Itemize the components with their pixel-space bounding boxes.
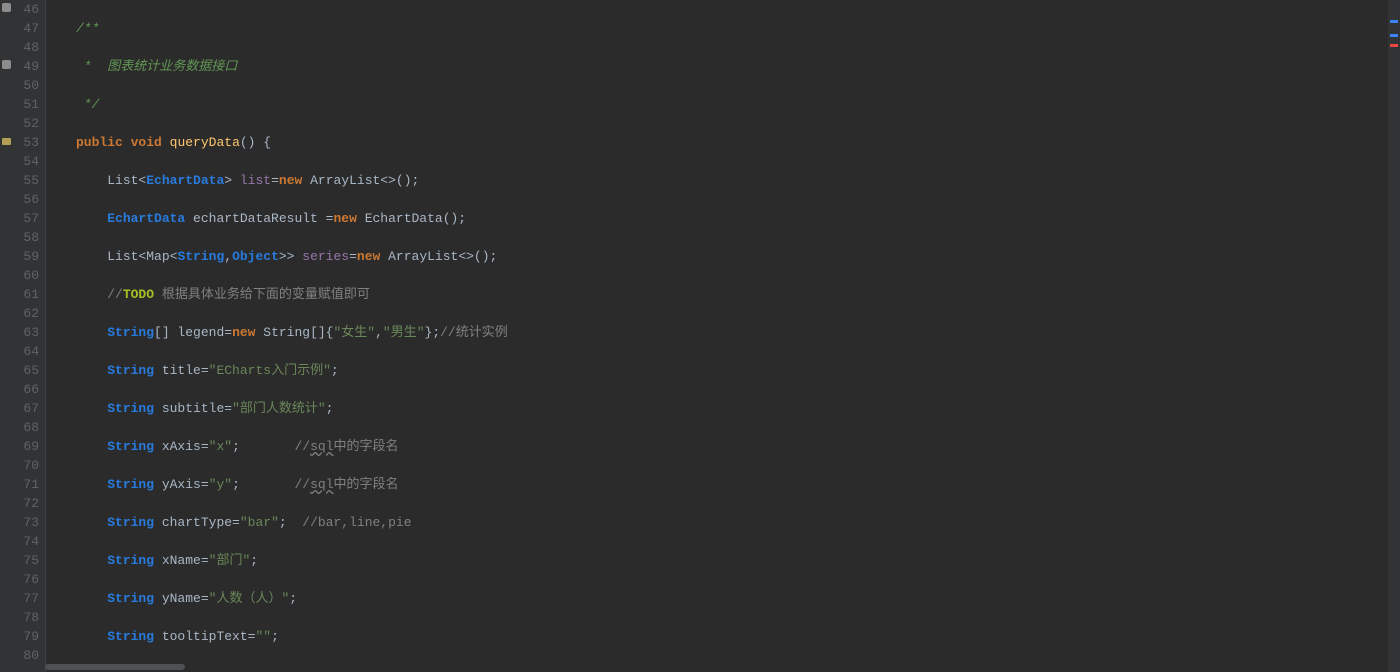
code-line[interactable]: * 图表统计业务数据接口	[76, 57, 1400, 76]
line-number: 63	[0, 323, 45, 342]
line-number: 79	[0, 627, 45, 646]
line-number: 65	[0, 361, 45, 380]
line-number: 59	[0, 247, 45, 266]
line-number: 56	[0, 190, 45, 209]
code-line[interactable]: String title="ECharts入门示例";	[76, 361, 1400, 380]
javadoc-body: * 图表统计业务数据接口	[76, 59, 237, 74]
scrollbar-thumb[interactable]	[45, 664, 185, 670]
line-number: 55	[0, 171, 45, 190]
line-number: 51	[0, 95, 45, 114]
line-number: 52	[0, 114, 45, 133]
line-gutter: 4647484950515253545556575859606162636465…	[0, 0, 46, 672]
line-number: 80	[0, 646, 45, 665]
line-number: 49	[0, 57, 45, 76]
line-number: 48	[0, 38, 45, 57]
line-number: 68	[0, 418, 45, 437]
line-number: 60	[0, 266, 45, 285]
line-number: 54	[0, 152, 45, 171]
line-number: 78	[0, 608, 45, 627]
line-number: 46	[0, 0, 45, 19]
line-number: 72	[0, 494, 45, 513]
code-editor[interactable]: 4647484950515253545556575859606162636465…	[0, 0, 1400, 672]
overview-mark-icon	[1390, 20, 1398, 23]
warning-icon[interactable]	[2, 138, 11, 145]
code-line[interactable]: //TODO 根据具体业务给下面的变量赋值即可	[76, 285, 1400, 304]
line-number: 66	[0, 380, 45, 399]
code-line[interactable]: String xAxis="x"; //sql中的字段名	[76, 437, 1400, 456]
line-number: 69	[0, 437, 45, 456]
code-line[interactable]: String[] legend=new String[]{"女生","男生"};…	[76, 323, 1400, 342]
line-number: 47	[0, 19, 45, 38]
line-number: 76	[0, 570, 45, 589]
overview-ruler[interactable]	[1388, 0, 1400, 672]
line-number: 64	[0, 342, 45, 361]
line-number: 77	[0, 589, 45, 608]
line-number: 70	[0, 456, 45, 475]
code-line[interactable]: List<EchartData> list=new ArrayList<>();	[76, 171, 1400, 190]
overview-mark-icon	[1390, 44, 1398, 47]
code-line[interactable]: String yAxis="y"; //sql中的字段名	[76, 475, 1400, 494]
fold-icon[interactable]	[2, 3, 11, 12]
code-area[interactable]: /** * 图表统计业务数据接口 */ public void queryDat…	[46, 0, 1400, 672]
javadoc-end: */	[76, 97, 99, 112]
code-line[interactable]: /**	[76, 19, 1400, 38]
code-line[interactable]: String xName="部门";	[76, 551, 1400, 570]
code-line[interactable]: EchartData echartDataResult =new EchartD…	[76, 209, 1400, 228]
line-number: 58	[0, 228, 45, 247]
line-number: 67	[0, 399, 45, 418]
horizontal-scrollbar[interactable]	[45, 662, 1398, 672]
line-number: 50	[0, 76, 45, 95]
overview-mark-icon	[1390, 34, 1398, 37]
line-number: 71	[0, 475, 45, 494]
code-line[interactable]: List<Map<String,Object>> series=new Arra…	[76, 247, 1400, 266]
line-number: 74	[0, 532, 45, 551]
fold-icon[interactable]	[2, 60, 11, 69]
line-number: 57	[0, 209, 45, 228]
line-number: 61	[0, 285, 45, 304]
line-number: 75	[0, 551, 45, 570]
line-number: 62	[0, 304, 45, 323]
code-line[interactable]: String yName="人数（人）";	[76, 589, 1400, 608]
code-line[interactable]: public void queryData() {	[76, 133, 1400, 152]
code-line[interactable]: */	[76, 95, 1400, 114]
code-line[interactable]: String chartType="bar"; //bar,line,pie	[76, 513, 1400, 532]
code-line[interactable]: String tooltipText="";	[76, 627, 1400, 646]
javadoc-start: /**	[76, 21, 99, 36]
line-number: 73	[0, 513, 45, 532]
line-number: 53	[0, 133, 45, 152]
code-line[interactable]: String subtitle="部门人数统计";	[76, 399, 1400, 418]
